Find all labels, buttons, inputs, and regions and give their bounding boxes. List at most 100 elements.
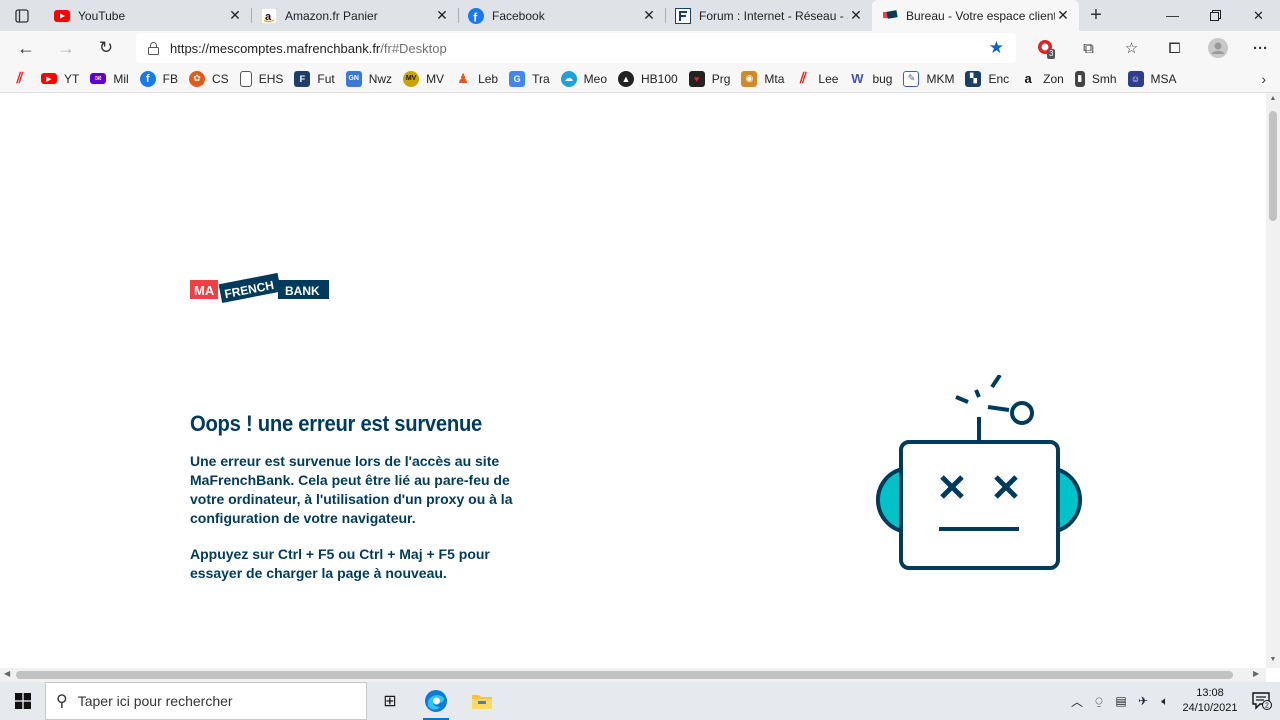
- close-tab-icon[interactable]: ✕: [434, 7, 450, 24]
- close-tab-icon[interactable]: ✕: [848, 7, 864, 24]
- collections-button[interactable]: ⧠: [1153, 31, 1196, 65]
- tab-actions-button[interactable]: [0, 0, 44, 31]
- tab-title: Bureau - Votre espace client: [906, 8, 1055, 23]
- bookmark-item[interactable]: MV MV: [403, 70, 444, 87]
- edge-taskbar-button[interactable]: [413, 682, 459, 720]
- mafrenchbank-logo[interactable]: MA FRENCH BANK: [190, 269, 330, 309]
- settings-menu-button[interactable]: ···: [1239, 31, 1280, 65]
- favorites-button[interactable]: ☆: [1110, 31, 1153, 65]
- horizontal-scrollbar[interactable]: ◀ ▶: [0, 668, 1266, 682]
- bookmark-item[interactable]: ▶ YT: [41, 72, 79, 86]
- close-tab-icon[interactable]: ✕: [641, 7, 657, 24]
- bookmark-item[interactable]: ⫽ Lee: [795, 70, 838, 87]
- bookmark-item[interactable]: ♥ Prg: [688, 70, 730, 87]
- restore-button[interactable]: [1194, 0, 1237, 31]
- bookmark-item[interactable]: ⫽: [12, 70, 30, 87]
- chevron-up-icon[interactable]: ︿: [1066, 693, 1088, 710]
- notifications-button[interactable]: 2: [1244, 692, 1280, 710]
- taskbar-search-box[interactable]: ⚲ Taper ici pour rechercher: [45, 682, 367, 720]
- futura-icon: F: [294, 70, 311, 87]
- lee-icon: ⫽: [800, 70, 807, 87]
- profile-button[interactable]: [1196, 31, 1239, 65]
- start-button[interactable]: [0, 682, 45, 720]
- bookmark-item[interactable]: ▮ Smh: [1074, 70, 1117, 87]
- scrollbar-thumb[interactable]: [1269, 111, 1277, 221]
- tab-title: Forum : Internet - Réseau - Sé: [699, 8, 848, 23]
- tab-title: Amazon.fr Panier: [285, 8, 378, 23]
- minimize-button[interactable]: —: [1151, 0, 1194, 31]
- facebook-icon: f: [468, 7, 484, 24]
- refresh-button[interactable]: ↻: [86, 31, 126, 65]
- close-icon: ✕: [1253, 7, 1264, 23]
- close-window-button[interactable]: ✕: [1237, 0, 1280, 31]
- vertical-scrollbar[interactable]: ▲ ▼: [1266, 93, 1280, 668]
- scrollbar-thumb[interactable]: [16, 671, 1233, 679]
- file-explorer-button[interactable]: [459, 682, 505, 720]
- bookmark-item[interactable]: F Fut: [294, 70, 335, 87]
- airplane-icon[interactable]: ✈: [1132, 694, 1154, 708]
- logo-ma: MA: [194, 283, 215, 298]
- amazon-icon: a: [261, 7, 277, 24]
- restore-icon: [1210, 10, 1221, 21]
- bookmark-item[interactable]: ▚ Enc: [965, 70, 1009, 87]
- bookmark-item[interactable]: ☺ MSA: [1127, 70, 1177, 87]
- tab-facebook[interactable]: f Facebook ✕: [458, 0, 665, 31]
- bookmark-item[interactable]: f FB: [139, 70, 178, 87]
- address-bar[interactable]: https://mescomptes.mafrenchbank.fr/fr#De…: [136, 33, 1016, 63]
- bookmark-item[interactable]: ▲ HB100: [618, 70, 678, 87]
- tab-actions-icon: [15, 8, 29, 23]
- scroll-down-icon[interactable]: ▼: [1266, 656, 1280, 668]
- volume-icon[interactable]: 🔈︎: [1154, 694, 1176, 709]
- bookmarks-bar: ⫽ ▶ YT ✉ Mil f FB ✿ CS EHS F Fut GN Nwz MV MV ♟…: [0, 65, 1280, 93]
- amazon-icon: a: [1024, 71, 1032, 86]
- back-button[interactable]: ←: [6, 31, 46, 65]
- tab-forum[interactable]: Forum : Internet - Réseau - Sé ✕: [665, 0, 872, 31]
- tab-youtube[interactable]: YouTube ✕: [44, 0, 251, 31]
- extensions-button[interactable]: ⧉: [1067, 31, 1110, 65]
- bookmark-item[interactable]: a Zon: [1020, 71, 1064, 87]
- clock[interactable]: 13:08 24/10/2021: [1176, 686, 1244, 716]
- extension-opera-button[interactable]: 3: [1024, 31, 1067, 65]
- forward-button[interactable]: →: [46, 31, 86, 65]
- scroll-right-icon[interactable]: ▶: [1253, 669, 1259, 678]
- hb100-icon: ▲: [618, 70, 634, 87]
- tab-amazon[interactable]: a Amazon.fr Panier ✕: [251, 0, 458, 31]
- plus-icon: +: [1090, 4, 1102, 26]
- bookmark-item[interactable]: ✉ Mil: [90, 72, 129, 86]
- bookmark-item[interactable]: ☁ Meo: [560, 70, 607, 87]
- bookmark-item[interactable]: EHS: [239, 70, 283, 87]
- bookmark-item[interactable]: ♟ Leb: [455, 71, 498, 87]
- error-title: Oops ! une erreur est survenue: [190, 411, 483, 436]
- close-tab-icon[interactable]: ✕: [1055, 7, 1071, 24]
- bookmark-item[interactable]: ✎ MKM: [903, 70, 954, 87]
- bookmark-item[interactable]: GN Nwz: [345, 70, 392, 87]
- task-view-button[interactable]: ⊞: [367, 682, 413, 720]
- bookmark-item[interactable]: Wbug: [849, 71, 892, 87]
- system-tray: ︿ ⍜ ▤ ✈ 🔈︎ 13:08 24/10/2021 2: [1066, 682, 1280, 720]
- page-icon: [239, 70, 252, 87]
- notification-count: 2: [1265, 703, 1269, 710]
- news-icon: GN: [345, 70, 362, 87]
- search-icon: ⚲: [56, 693, 68, 710]
- scroll-left-icon[interactable]: ◀: [4, 669, 10, 678]
- hardware-icon[interactable]: ▤: [1110, 694, 1132, 708]
- bookmark-item[interactable]: ✿ CS: [189, 70, 229, 87]
- tab-mafrenchbank[interactable]: Bureau - Votre espace client ✕: [872, 0, 1079, 31]
- lock-icon[interactable]: [136, 41, 170, 55]
- url-text[interactable]: https://mescomptes.mafrenchbank.fr/fr#De…: [170, 41, 447, 56]
- usb-device-icon[interactable]: ⍜: [1088, 694, 1110, 709]
- new-tab-button[interactable]: +: [1079, 0, 1113, 31]
- leb-icon: ♟: [457, 70, 469, 86]
- smh-icon: ▮: [1074, 70, 1085, 87]
- clock-date: 24/10/2021: [1182, 702, 1238, 714]
- bookmark-item[interactable]: G Tra: [509, 70, 550, 87]
- tab-title: YouTube: [78, 8, 126, 23]
- chevron-right-icon[interactable]: ›: [1261, 71, 1266, 87]
- minimize-icon: —: [1166, 8, 1179, 23]
- bookmark-item[interactable]: ◉ Mta: [741, 70, 784, 87]
- prg-icon: ♥: [688, 70, 705, 87]
- scroll-up-icon[interactable]: ▲: [1266, 95, 1280, 107]
- favorite-star-icon[interactable]: ★: [989, 38, 1004, 58]
- close-tab-icon[interactable]: ✕: [227, 7, 243, 24]
- meteo-icon: ☁: [560, 70, 577, 87]
